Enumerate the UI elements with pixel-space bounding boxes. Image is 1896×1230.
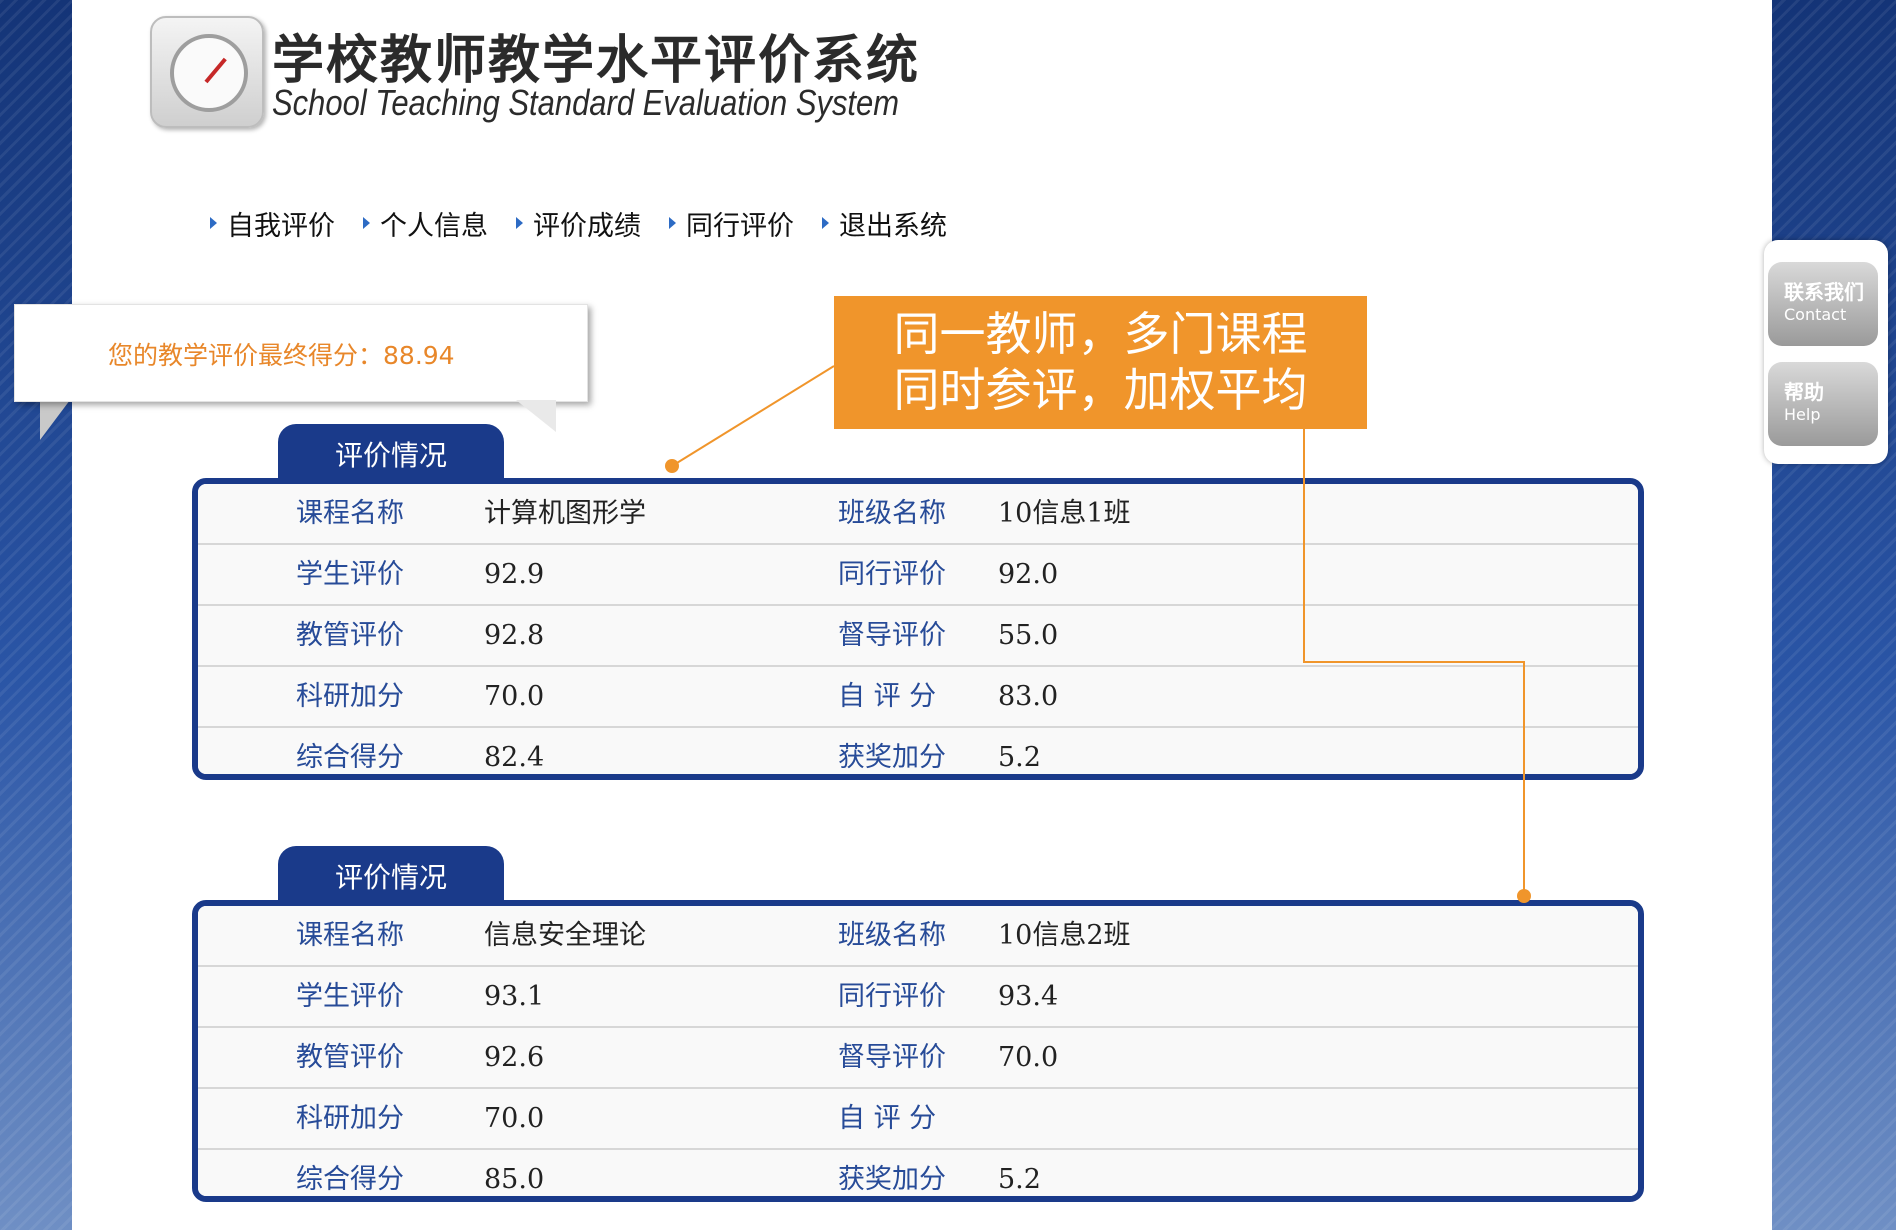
row-value: 10信息1班 <box>998 498 1131 529</box>
row-label: 督导评价 <box>838 1042 946 1073</box>
row-value: 5.2 <box>998 742 1041 773</box>
arrow-right-icon <box>516 217 523 229</box>
nav-label: 退出系统 <box>839 210 947 242</box>
help-button[interactable]: 帮助 Help <box>1768 362 1878 446</box>
arrow-right-icon <box>669 217 676 229</box>
table-row: 学生评价 92.9 同行评价 92.0 <box>198 545 1638 606</box>
row-value: 92.0 <box>998 559 1059 590</box>
row-label: 同行评价 <box>838 559 946 590</box>
panel-tab-2: 评价情况 <box>278 846 504 902</box>
row-value: 5.2 <box>998 1164 1041 1195</box>
row-value: 70.0 <box>998 1042 1059 1073</box>
row-value: 70.0 <box>484 1103 545 1134</box>
row-label: 自 评 分 <box>838 1103 937 1134</box>
nav-label: 个人信息 <box>380 210 488 242</box>
row-label: 科研加分 <box>296 681 404 712</box>
row-label: 学生评价 <box>296 559 404 590</box>
nav-evaluation-scores[interactable]: 评价成绩 <box>516 203 641 243</box>
contact-label-en: Contact <box>1784 305 1847 324</box>
row-label: 课程名称 <box>296 498 404 529</box>
row-label: 获奖加分 <box>838 742 946 773</box>
row-label: 获奖加分 <box>838 1164 946 1195</box>
bubble-shadow <box>40 400 70 440</box>
row-value: 93.4 <box>998 981 1059 1012</box>
row-value: 82.4 <box>484 742 545 773</box>
evaluation-panel-1: 课程名称 计算机图形学 班级名称 10信息1班 学生评价 92.9 同行评价 9… <box>192 478 1644 780</box>
help-label-cn: 帮助 <box>1784 380 1824 404</box>
nav-label: 自我评价 <box>227 210 335 242</box>
row-value: 55.0 <box>998 620 1059 651</box>
row-value: 10信息2班 <box>998 920 1131 951</box>
contact-button[interactable]: 联系我们 Contact <box>1768 262 1878 346</box>
arrow-right-icon <box>822 217 829 229</box>
row-label: 课程名称 <box>296 920 404 951</box>
nav-label: 同行评价 <box>686 210 794 242</box>
row-value: 85.0 <box>484 1164 545 1195</box>
row-value: 92.9 <box>484 559 545 590</box>
help-label-en: Help <box>1784 405 1821 424</box>
table-row: 综合得分 82.4 获奖加分 5.2 <box>198 728 1638 774</box>
nav-peer-evaluation[interactable]: 同行评价 <box>669 203 794 243</box>
row-label: 教管评价 <box>296 620 404 651</box>
gauge-icon <box>150 16 264 128</box>
contact-label-cn: 联系我们 <box>1784 280 1864 304</box>
row-label: 同行评价 <box>838 981 946 1012</box>
callout-line-1: 同一教师，多门课程 <box>893 307 1308 361</box>
row-value: 信息安全理论 <box>484 920 646 951</box>
row-value: 93.1 <box>484 981 545 1012</box>
row-label: 学生评价 <box>296 981 404 1012</box>
row-label: 综合得分 <box>296 742 404 773</box>
row-value: 70.0 <box>484 681 545 712</box>
annotation-callout: 同一教师，多门课程 同时参评，加权平均 <box>834 296 1367 429</box>
row-label: 科研加分 <box>296 1103 404 1134</box>
arrow-right-icon <box>210 217 217 229</box>
row-label: 督导评价 <box>838 620 946 651</box>
table-row: 学生评价 93.1 同行评价 93.4 <box>198 967 1638 1028</box>
row-label: 自 评 分 <box>838 681 937 712</box>
table-row: 教管评价 92.8 督导评价 55.0 <box>198 606 1638 667</box>
bubble-tail <box>516 400 556 432</box>
row-label: 教管评价 <box>296 1042 404 1073</box>
table-row: 课程名称 计算机图形学 班级名称 10信息1班 <box>198 484 1638 545</box>
row-value: 计算机图形学 <box>484 498 646 529</box>
row-label: 综合得分 <box>296 1164 404 1195</box>
nav-label: 评价成绩 <box>533 210 641 242</box>
row-value: 92.8 <box>484 620 545 651</box>
callout-line-2: 同时参评，加权平均 <box>893 363 1308 417</box>
evaluation-panel-2: 课程名称 信息安全理论 班级名称 10信息2班 学生评价 93.1 同行评价 9… <box>192 900 1644 1202</box>
table-row: 科研加分 70.0 自 评 分 <box>198 1089 1638 1150</box>
gauge-dial <box>170 34 248 112</box>
table-row: 教管评价 92.6 督导评价 70.0 <box>198 1028 1638 1089</box>
nav-logout[interactable]: 退出系统 <box>822 203 947 243</box>
row-label: 班级名称 <box>838 920 946 951</box>
row-label: 班级名称 <box>838 498 946 529</box>
panel-tab-1: 评价情况 <box>278 424 504 480</box>
site-subtitle: School Teaching Standard Evaluation Syst… <box>272 82 900 123</box>
row-value: 83.0 <box>998 681 1059 712</box>
arrow-right-icon <box>363 217 370 229</box>
nav-self-evaluation[interactable]: 自我评价 <box>210 203 335 243</box>
table-row: 综合得分 85.0 获奖加分 5.2 <box>198 1150 1638 1196</box>
final-score-text: 您的教学评价最终得分：88.94 <box>108 341 455 370</box>
nav-personal-info[interactable]: 个人信息 <box>363 203 488 243</box>
table-row: 科研加分 70.0 自 评 分 83.0 <box>198 667 1638 728</box>
table-row: 课程名称 信息安全理论 班级名称 10信息2班 <box>198 906 1638 967</box>
main-nav: 自我评价 个人信息 评价成绩 同行评价 退出系统 <box>210 203 947 243</box>
row-value: 92.6 <box>484 1042 545 1073</box>
side-floating-panel: 联系我们 Contact 帮助 Help <box>1764 240 1888 464</box>
